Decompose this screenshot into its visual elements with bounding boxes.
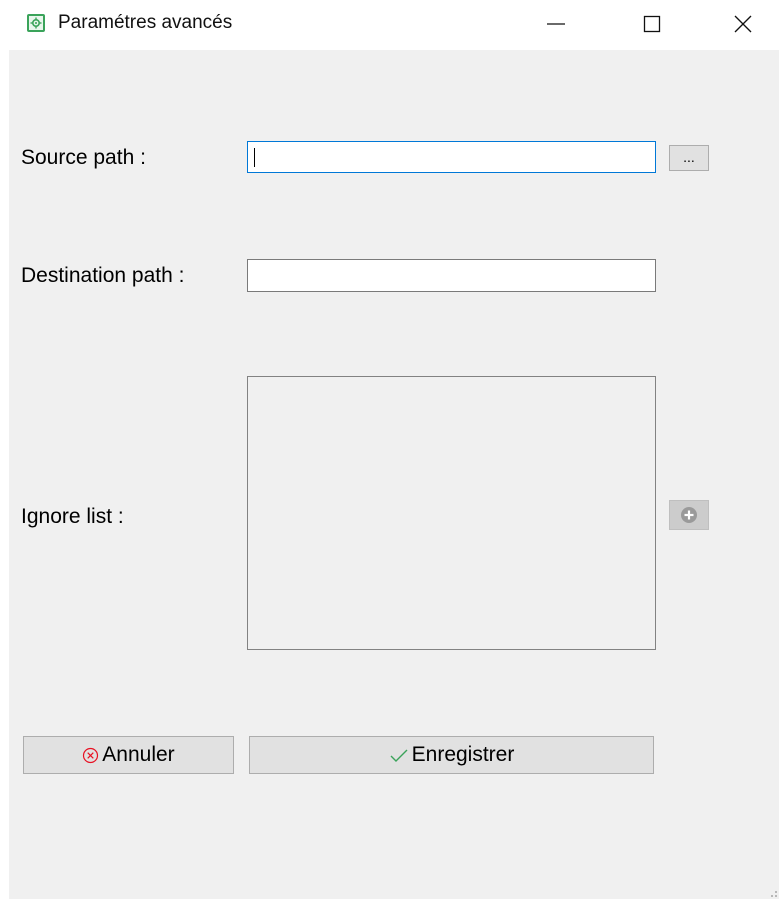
source-path-label: Source path : [21, 146, 146, 169]
cancel-circle-icon [82, 747, 99, 764]
save-button[interactable]: Enregistrer [249, 736, 654, 774]
cancel-button[interactable]: Annuler [23, 736, 234, 774]
ignore-list-label: Ignore list : [21, 505, 124, 528]
close-icon [734, 15, 752, 33]
cancel-button-label: Annuler [102, 743, 175, 766]
destination-path-input[interactable] [247, 259, 656, 292]
maximize-button[interactable] [622, 0, 682, 48]
settings-window: Paramétres avancés Source path : ... Des… [0, 0, 779, 899]
save-button-label: Enregistrer [411, 743, 515, 766]
close-button[interactable] [713, 0, 773, 48]
checkmark-icon [389, 747, 409, 764]
minimize-button[interactable] [526, 0, 586, 48]
minimize-icon [547, 23, 565, 25]
maximize-icon [643, 15, 661, 33]
dialog-body: Source path : ... Destination path : Ign… [9, 50, 779, 899]
destination-path-label: Destination path : [21, 264, 185, 287]
window-title: Paramétres avancés [58, 12, 233, 33]
resize-grip-icon[interactable] [765, 885, 779, 899]
title-bar[interactable]: Paramétres avancés [0, 0, 779, 50]
plus-circle-icon [681, 507, 697, 523]
ignore-list-box[interactable] [247, 376, 656, 650]
gear-icon [27, 14, 45, 32]
add-ignore-button[interactable] [669, 500, 709, 530]
text-caret [254, 148, 255, 167]
source-path-input[interactable] [247, 141, 656, 173]
browse-source-button[interactable]: ... [669, 145, 709, 171]
